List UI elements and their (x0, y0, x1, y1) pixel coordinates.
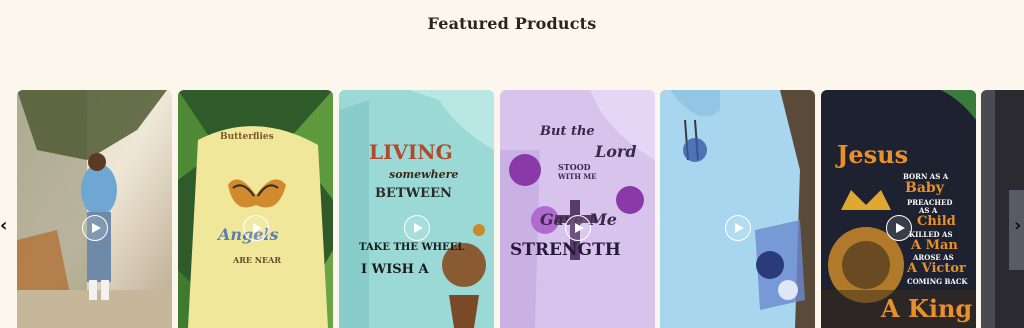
product-card-2[interactable]: Butterflies Angels ARE NEAR (178, 90, 333, 328)
shirt-print-text: STRENGTH (510, 240, 621, 260)
shirt-print-text: somewhere (389, 168, 459, 181)
shirt-print-text: BETWEEN (375, 186, 452, 201)
shirt-print-text: LIVING (369, 140, 453, 164)
product-card-5[interactable] (660, 90, 815, 328)
play-video-button[interactable] (81, 215, 108, 241)
chevron-right-icon[interactable]: › (1014, 217, 1021, 235)
product-card-4[interactable]: But the Lord STOOD WITH ME Gave Me STREN… (500, 90, 655, 328)
product-image (178, 90, 333, 328)
shirt-print-text: TAKE THE WHEEL (359, 242, 465, 253)
shirt-print-text: Jesus (837, 140, 909, 169)
product-image (981, 90, 1024, 328)
chevron-left-icon[interactable]: ‹ (0, 217, 7, 235)
product-image (17, 90, 172, 328)
shirt-print-text: ARE NEAR (233, 255, 282, 265)
shirt-print-text: Lord (595, 142, 637, 161)
play-video-button[interactable] (724, 215, 751, 241)
play-video-button[interactable] (885, 215, 912, 241)
shirt-print-text: A Man (911, 238, 958, 253)
product-card-6[interactable]: Jesus BORN AS A Baby PREACHED AS A Child… (821, 90, 976, 328)
product-card-7[interactable] (981, 90, 1024, 328)
play-video-button[interactable] (564, 215, 591, 241)
play-video-button[interactable] (403, 215, 430, 241)
shirt-print-text: Child (917, 214, 956, 229)
shirt-print-text: A Victor (907, 261, 966, 276)
shirt-print-text: STOOD (558, 162, 591, 172)
shirt-print-text: Butterflies (220, 132, 274, 142)
shirt-print-text: But the (540, 124, 595, 139)
product-image (821, 90, 976, 328)
section-title: Featured Products (427, 14, 597, 33)
product-card-3[interactable]: LIVING somewhere BETWEEN TAKE THE WHEEL … (339, 90, 494, 328)
shirt-print-text: COMING BACK (907, 277, 968, 286)
product-card-1[interactable] (17, 90, 172, 328)
product-image (339, 90, 494, 328)
shirt-print-text: Baby (905, 180, 944, 196)
play-video-button[interactable] (242, 215, 269, 241)
product-carousel: Butterflies Angels ARE NEAR LIVING somew… (0, 90, 1024, 328)
shirt-print-text: I WISH A (361, 262, 429, 277)
shirt-print-text: WITH ME (558, 172, 597, 181)
product-image (660, 90, 815, 328)
shirt-print-text: A King (881, 294, 973, 323)
